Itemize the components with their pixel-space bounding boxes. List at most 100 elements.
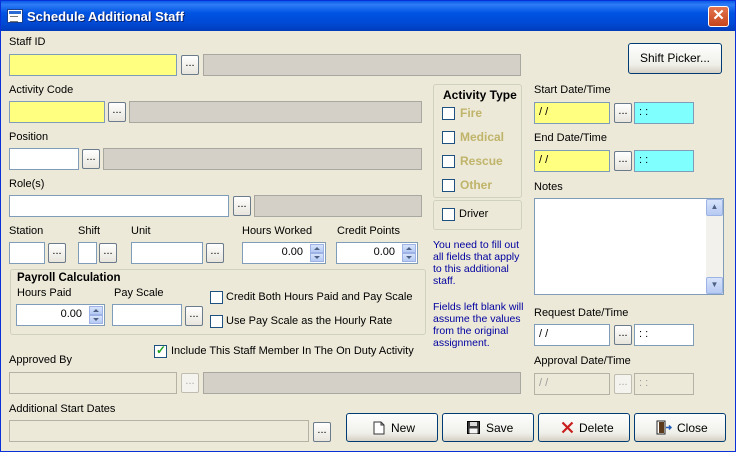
start-date-input[interactable]: / / xyxy=(534,102,610,124)
window-title: Schedule Additional Staff xyxy=(27,9,184,24)
hours-paid-label: Hours Paid xyxy=(17,287,72,299)
scroll-up-icon[interactable]: ▲ xyxy=(706,199,723,216)
activity-code-lookup-button[interactable]: ... xyxy=(108,102,126,122)
roles-description xyxy=(254,195,422,217)
staff-id-label: Staff ID xyxy=(9,36,46,48)
shift-label: Shift xyxy=(78,225,101,237)
station-input[interactable] xyxy=(9,242,45,264)
pay-scale-lookup-button[interactable]: ... xyxy=(185,306,203,326)
additional-start-dates-input xyxy=(9,420,309,442)
request-date-picker-button[interactable]: ... xyxy=(614,325,632,345)
start-datetime-label: Start Date/Time xyxy=(534,84,611,96)
app-window-icon xyxy=(7,9,23,23)
unit-input[interactable] xyxy=(131,242,203,264)
include-on-duty-label: Include This Staff Member In The On Duty… xyxy=(171,345,414,357)
activity-code-input[interactable] xyxy=(9,101,105,123)
approval-time-input: : : xyxy=(634,373,694,395)
request-datetime-label: Request Date/Time xyxy=(534,307,629,319)
approved-by-name-display xyxy=(203,372,521,394)
staff-name-display xyxy=(203,54,521,76)
roles-input[interactable] xyxy=(9,195,229,217)
new-button-label: New xyxy=(391,421,416,435)
unit-lookup-button[interactable]: ... xyxy=(206,243,224,263)
notes-scrollbar[interactable]: ▲ ▼ xyxy=(706,199,723,294)
new-document-icon xyxy=(373,421,385,435)
roles-lookup-button[interactable]: ... xyxy=(233,196,251,216)
driver-label: Driver xyxy=(459,208,489,220)
activity-type-other-checkbox[interactable] xyxy=(442,179,455,192)
credit-points-spinner[interactable] xyxy=(402,244,416,262)
notes-label: Notes xyxy=(534,181,563,193)
start-time-input[interactable]: : : xyxy=(634,102,694,124)
hours-worked-spinner[interactable] xyxy=(310,244,324,262)
hours-worked-input[interactable]: 0.00 xyxy=(242,242,326,264)
position-description xyxy=(103,148,422,170)
end-date-picker-button[interactable]: ... xyxy=(614,151,632,171)
end-date-input[interactable]: / / xyxy=(534,150,610,172)
credit-points-input[interactable]: 0.00 xyxy=(336,242,418,264)
position-label: Position xyxy=(9,131,49,143)
title-bar[interactable]: Schedule Additional Staff ✕ xyxy=(1,1,735,31)
save-disk-icon xyxy=(467,421,480,434)
hours-worked-value: 0.00 xyxy=(281,246,303,258)
staff-id-input[interactable] xyxy=(9,54,177,76)
delete-button[interactable]: Delete xyxy=(538,413,630,442)
activity-type-fire-label: Fire xyxy=(460,106,483,120)
activity-type-rescue-label: Rescue xyxy=(460,154,503,168)
new-button[interactable]: New xyxy=(346,413,438,442)
close-button[interactable]: Close xyxy=(634,413,726,442)
pay-scale-label: Pay Scale xyxy=(114,287,164,299)
use-pay-scale-checkbox[interactable] xyxy=(210,315,223,328)
approval-date-picker-button: ... xyxy=(614,374,632,394)
hours-paid-spinner[interactable] xyxy=(89,306,103,324)
notes-textarea[interactable]: ▲ ▼ xyxy=(534,198,724,295)
position-input[interactable] xyxy=(9,148,79,170)
additional-start-dates-button[interactable]: ... xyxy=(313,422,331,442)
hours-paid-value: 0.00 xyxy=(60,308,82,320)
staff-id-lookup-button[interactable]: ... xyxy=(181,55,199,75)
shift-picker-button[interactable]: Shift Picker... xyxy=(628,43,722,74)
request-time-input[interactable]: : : xyxy=(634,324,694,346)
exit-door-icon xyxy=(656,420,672,435)
hours-worked-label: Hours Worked xyxy=(242,225,313,237)
station-label: Station xyxy=(9,225,44,237)
activity-code-label: Activity Code xyxy=(9,84,74,96)
activity-type-rescue-checkbox[interactable] xyxy=(442,155,455,168)
schedule-additional-staff-window: Schedule Additional Staff ✕ Staff ID ...… xyxy=(0,0,736,452)
delete-x-icon xyxy=(561,421,574,434)
activity-code-description xyxy=(129,101,422,123)
end-time-input[interactable]: : : xyxy=(634,150,694,172)
credit-points-value: 0.00 xyxy=(373,246,395,258)
credit-points-label: Credit Points xyxy=(337,225,400,237)
credit-both-label: Credit Both Hours Paid and Pay Scale xyxy=(226,291,413,303)
station-lookup-button[interactable]: ... xyxy=(48,243,66,263)
help-text-fill-fields: You need to fill out all fields that app… xyxy=(433,239,520,287)
use-pay-scale-label: Use Pay Scale as the Hourly Rate xyxy=(226,315,393,327)
start-date-picker-button[interactable]: ... xyxy=(614,103,632,123)
position-lookup-button[interactable]: ... xyxy=(82,149,100,169)
shift-input[interactable] xyxy=(78,242,97,264)
activity-type-medical-label: Medical xyxy=(460,130,505,144)
scroll-down-icon[interactable]: ▼ xyxy=(706,277,723,294)
credit-both-checkbox[interactable] xyxy=(210,291,223,304)
include-on-duty-checkbox[interactable] xyxy=(154,343,167,358)
additional-start-dates-label: Additional Start Dates xyxy=(9,403,116,415)
unit-label: Unit xyxy=(131,225,151,237)
delete-button-label: Delete xyxy=(579,421,614,435)
payroll-calculation-title: Payroll Calculation xyxy=(17,272,121,284)
close-window-button[interactable]: ✕ xyxy=(708,6,729,27)
roles-label: Role(s) xyxy=(9,178,45,190)
activity-type-title: Activity Type xyxy=(443,88,517,102)
hours-paid-input[interactable]: 0.00 xyxy=(16,304,105,326)
approved-by-label: Approved By xyxy=(9,354,72,366)
driver-checkbox[interactable] xyxy=(442,208,455,221)
activity-type-other-label: Other xyxy=(460,178,493,192)
activity-type-fire-checkbox[interactable] xyxy=(442,107,455,120)
activity-type-medical-checkbox[interactable] xyxy=(442,131,455,144)
request-date-input[interactable]: / / xyxy=(534,324,610,346)
pay-scale-input[interactable] xyxy=(112,304,182,326)
approval-date-input: / / xyxy=(534,373,610,395)
shift-lookup-button[interactable]: ... xyxy=(99,243,117,263)
approved-by-lookup-button: ... xyxy=(181,373,199,393)
save-button[interactable]: Save xyxy=(442,413,534,442)
